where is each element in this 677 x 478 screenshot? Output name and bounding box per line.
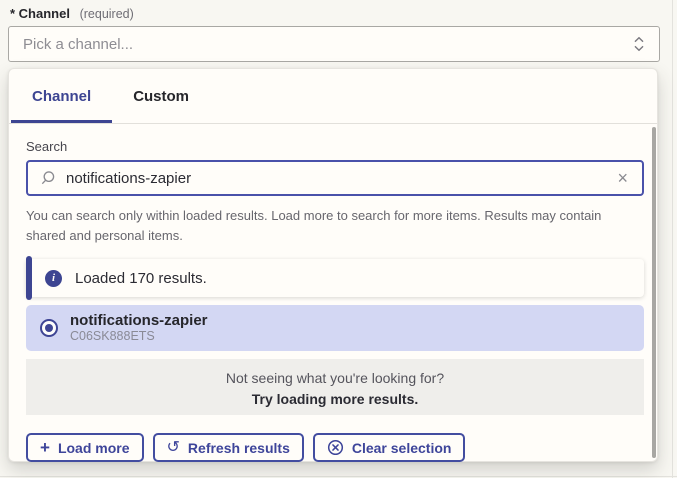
- field-label-row: * Channel (required): [10, 6, 134, 21]
- load-more-button[interactable]: + Load more: [26, 433, 144, 462]
- clear-selection-button[interactable]: Clear selection: [313, 433, 466, 462]
- clear-selection-label: Clear selection: [352, 440, 452, 456]
- refresh-results-button[interactable]: ↺ Refresh results: [153, 433, 304, 462]
- search-helper-text: You can search only within loaded result…: [26, 206, 644, 246]
- channel-option-name: notifications-zapier: [70, 312, 208, 329]
- action-buttons-row: + Load more ↺ Refresh results Clear sele…: [26, 433, 644, 462]
- tab-custom[interactable]: Custom: [112, 69, 210, 123]
- refresh-icon: ↺: [167, 440, 180, 456]
- tab-channel[interactable]: Channel: [11, 69, 112, 123]
- channel-dropdown-panel: Channel Custom Search × You can search o…: [8, 68, 658, 462]
- page-edge-bottom: [0, 476, 677, 477]
- plus-icon: +: [40, 439, 50, 456]
- load-more-label: Load more: [58, 440, 130, 456]
- search-icon: [40, 170, 56, 186]
- sort-chevrons-icon: [633, 35, 645, 53]
- channel-option-texts: notifications-zapier C06SK888ETS: [70, 312, 208, 344]
- load-more-hint-block: Not seeing what you're looking for? Try …: [26, 359, 644, 415]
- info-alert: i Loaded 170 results.: [26, 259, 644, 297]
- scrollbar-thumb[interactable]: [652, 127, 656, 458]
- info-icon: i: [45, 270, 62, 287]
- hint-try-loading-link[interactable]: Try loading more results.: [26, 390, 644, 409]
- search-input[interactable]: [66, 170, 615, 187]
- channel-option-selected[interactable]: notifications-zapier C06SK888ETS: [26, 305, 644, 351]
- search-label: Search: [26, 139, 644, 154]
- alert-text: Loaded 170 results.: [75, 270, 207, 287]
- channel-option-id: C06SK888ETS: [70, 329, 208, 344]
- refresh-results-label: Refresh results: [188, 440, 290, 456]
- channel-picker-screen: * Channel (required) Pick a channel... C…: [0, 0, 677, 478]
- tab-custom-label: Custom: [133, 88, 189, 105]
- radio-selected-icon[interactable]: [40, 319, 58, 337]
- page-edge-right: [672, 0, 673, 478]
- tabs: Channel Custom: [11, 69, 210, 123]
- alert-accent-bar: [26, 256, 32, 300]
- field-required-note: (required): [80, 7, 134, 21]
- channel-select-placeholder: Pick a channel...: [23, 36, 633, 53]
- search-input-wrapper: ×: [26, 160, 644, 196]
- hint-question: Not seeing what you're looking for?: [26, 369, 644, 388]
- clear-circle-icon: [327, 439, 344, 456]
- field-label: * Channel: [10, 6, 70, 21]
- tab-channel-label: Channel: [32, 88, 91, 105]
- close-icon[interactable]: ×: [615, 169, 630, 187]
- radio-dot: [45, 324, 53, 332]
- channel-select[interactable]: Pick a channel...: [8, 26, 660, 62]
- dropdown-content: Search × You can search only within load…: [26, 124, 644, 462]
